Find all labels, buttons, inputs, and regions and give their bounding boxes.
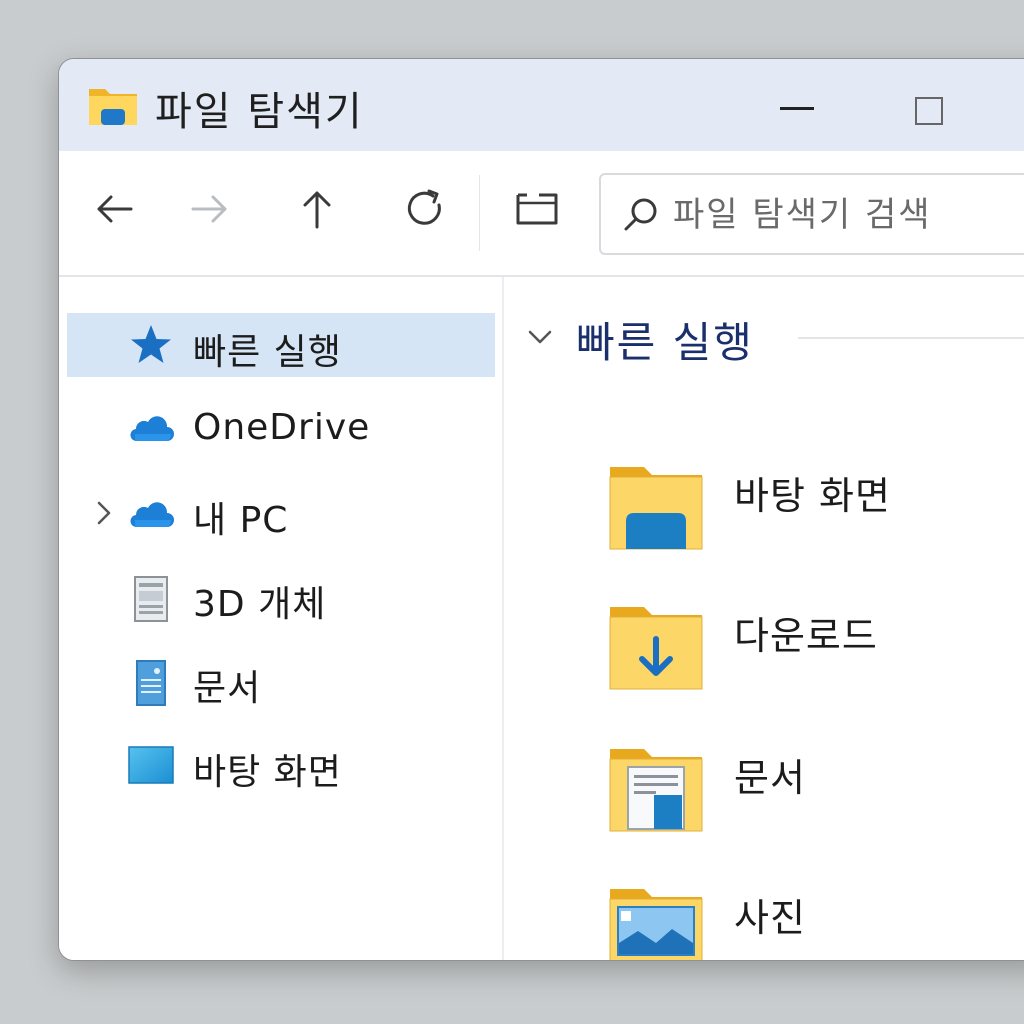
toolbar-divider	[479, 175, 480, 251]
sidebar-item-label: 문서	[193, 668, 262, 709]
minimize-button[interactable]	[775, 89, 821, 129]
sidebar-item-onedrive[interactable]: OneDrive	[67, 397, 495, 461]
folder-label: 다운로드	[734, 614, 878, 658]
view-button[interactable]	[509, 181, 565, 237]
3d-objects-icon	[127, 575, 175, 622]
sidebar-item-this-pc[interactable]: 내 PC	[67, 481, 495, 545]
window-title: 파일 탐색기	[155, 89, 364, 135]
folder-tile-downloads[interactable]: 다운로드	[606, 603, 1024, 713]
folder-tile-pictures[interactable]: 사진	[606, 885, 1024, 960]
sidebar-item-label: OneDrive	[193, 407, 371, 448]
maximize-button[interactable]	[911, 93, 945, 127]
file-explorer-window: 파일 탐색기 파일 탐색기 검색 빠른 실행 OneDrive 내 PC 3D …	[58, 58, 1024, 961]
forward-button[interactable]	[181, 181, 237, 237]
title-bar[interactable]: 파일 탐색기	[59, 59, 1024, 151]
desktop-icon	[127, 743, 175, 787]
chevron-down-icon[interactable]	[524, 321, 556, 353]
folder-label: 문서	[734, 756, 806, 800]
folder-tile-desktop[interactable]: 바탕 화면	[606, 463, 1024, 573]
view-layout-icon	[516, 193, 558, 225]
navigation-toolbar	[59, 151, 1024, 277]
content-pane: 빠른 실행 바탕 화면 다운로드 문서 사진	[506, 277, 1024, 960]
arrow-up-icon	[303, 191, 331, 229]
folder-tile-documents[interactable]: 문서	[606, 745, 1024, 855]
sidebar-item-label: 3D 개체	[193, 584, 327, 625]
refresh-button[interactable]	[397, 181, 453, 237]
arrow-right-icon	[191, 195, 227, 223]
refresh-icon	[407, 189, 441, 225]
arrow-left-icon	[97, 195, 133, 223]
sidebar-item-label: 내 PC	[193, 500, 289, 541]
sidebar-item-quick-access[interactable]: 빠른 실행	[67, 313, 495, 377]
group-header[interactable]: 빠른 실행	[576, 309, 754, 370]
search-icon	[621, 195, 661, 235]
document-icon	[127, 659, 175, 706]
star-icon	[127, 323, 175, 367]
pictures-folder-icon	[606, 885, 706, 960]
folder-label: 사진	[734, 896, 806, 940]
cloud-icon	[127, 407, 175, 451]
back-button[interactable]	[87, 181, 143, 237]
up-button[interactable]	[289, 181, 345, 237]
desktop-folder-icon	[606, 463, 706, 553]
sidebar-item-label: 바탕 화면	[193, 752, 342, 793]
sidebar-item-label: 빠른 실행	[193, 332, 342, 373]
navigation-pane: 빠른 실행 OneDrive 내 PC 3D 개체 문서 바탕 화면	[59, 277, 504, 960]
downloads-folder-icon	[606, 603, 706, 693]
group-divider	[798, 337, 1024, 339]
folder-label: 바탕 화면	[734, 474, 891, 518]
search-input[interactable]	[673, 193, 1024, 237]
cloud-icon	[127, 491, 175, 535]
sidebar-item-documents[interactable]: 문서	[67, 649, 495, 713]
documents-folder-icon	[606, 745, 706, 835]
chevron-right-icon[interactable]	[91, 497, 117, 529]
file-explorer-app-icon	[87, 83, 139, 129]
sidebar-item-desktop[interactable]: 바탕 화면	[67, 733, 495, 797]
sidebar-item-3d-objects[interactable]: 3D 개체	[67, 565, 495, 629]
search-box[interactable]	[599, 173, 1024, 255]
